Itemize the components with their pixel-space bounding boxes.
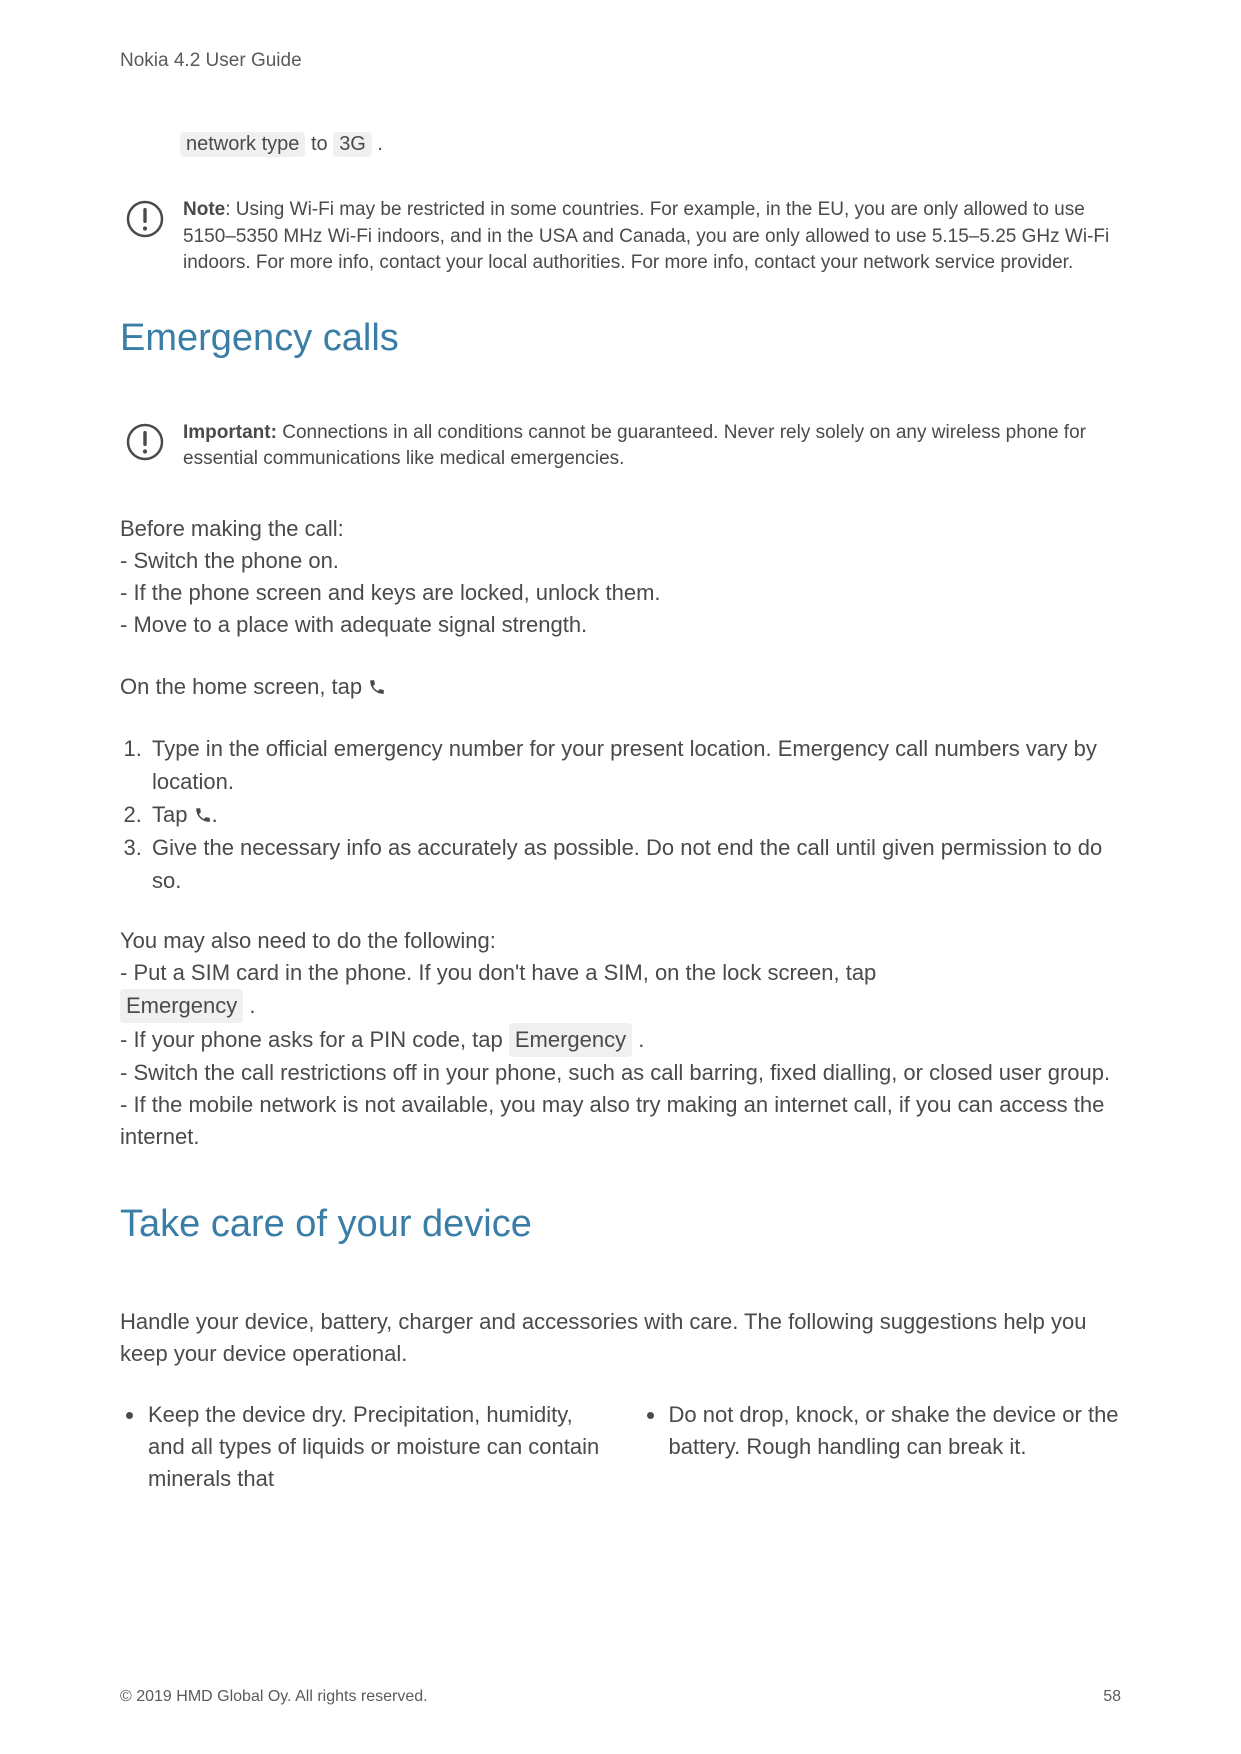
- also-1-post: .: [243, 993, 255, 1018]
- also-4: - If the mobile network is not available…: [120, 1092, 1104, 1149]
- cont-suffix: .: [372, 133, 383, 155]
- also-intro: You may also need to do the following:: [120, 928, 496, 953]
- before-1: - Switch the phone on.: [120, 548, 339, 573]
- step-2-post: .: [212, 802, 218, 827]
- also-1-pre: - Put a SIM card in the phone. If you do…: [120, 960, 876, 985]
- continuation-line: network type to 3G .: [180, 132, 1121, 157]
- note-label: Note: [183, 199, 225, 220]
- step-3: Give the necessary info as accurately as…: [148, 831, 1121, 897]
- page-header-title: Nokia 4.2 User Guide: [120, 50, 1121, 72]
- before-intro: Before making the call:: [120, 516, 344, 541]
- emergency-chip-2: Emergency: [509, 1023, 632, 1057]
- step-2: Tap .: [148, 798, 1121, 831]
- important-label: Important:: [183, 422, 277, 443]
- also-3: - Switch the call restrictions off in yo…: [120, 1060, 1110, 1085]
- wifi-note-text: Note: Using Wi-Fi may be restricted in s…: [183, 197, 1121, 277]
- also-2-pre: - If your phone asks for a PIN code, tap: [120, 1027, 509, 1052]
- bullet-right: Do not drop, knock, or shake the device …: [667, 1399, 1122, 1463]
- bullet-left: Keep the device dry. Precipitation, humi…: [146, 1399, 601, 1495]
- step-1: Type in the official emergency number fo…: [148, 732, 1121, 798]
- take-care-heading: Take care of your device: [120, 1203, 1121, 1246]
- before-making-call: Before making the call: - Switch the pho…: [120, 513, 1121, 641]
- emergency-steps: Type in the official emergency number fo…: [120, 732, 1121, 897]
- alert-icon: [125, 199, 165, 244]
- take-care-bullets: Keep the device dry. Precipitation, humi…: [120, 1399, 1121, 1495]
- also-need-block: You may also need to do the following: -…: [120, 925, 1121, 1152]
- home-screen-tap: On the home screen, tap: [120, 671, 1121, 703]
- emergency-chip-1: Emergency: [120, 989, 243, 1023]
- also-2-post: .: [632, 1027, 644, 1052]
- important-body: Connections in all conditions cannot be …: [183, 422, 1086, 470]
- phone-icon: [194, 802, 212, 827]
- note-body: : Using Wi-Fi may be restricted in some …: [183, 199, 1109, 273]
- three-g-chip: 3G: [333, 132, 372, 157]
- before-3: - Move to a place with adequate signal s…: [120, 612, 587, 637]
- take-care-intro: Handle your device, battery, charger and…: [120, 1306, 1121, 1370]
- important-note-row: Important: Connections in all conditions…: [125, 420, 1121, 473]
- alert-icon: [125, 422, 165, 467]
- emergency-calls-heading: Emergency calls: [120, 317, 1121, 360]
- copyright-text: © 2019 HMD Global Oy. All rights reserve…: [120, 1688, 428, 1706]
- wifi-note-row: Note: Using Wi-Fi may be restricted in s…: [125, 197, 1121, 277]
- cont-mid: to: [305, 133, 333, 155]
- page-number: 58: [1103, 1688, 1121, 1706]
- network-type-chip: network type: [180, 132, 305, 157]
- phone-icon: [368, 674, 386, 699]
- before-2: - If the phone screen and keys are locke…: [120, 580, 661, 605]
- home-screen-text: On the home screen, tap: [120, 674, 368, 699]
- important-note-text: Important: Connections in all conditions…: [183, 420, 1121, 473]
- step-2-pre: Tap: [152, 802, 194, 827]
